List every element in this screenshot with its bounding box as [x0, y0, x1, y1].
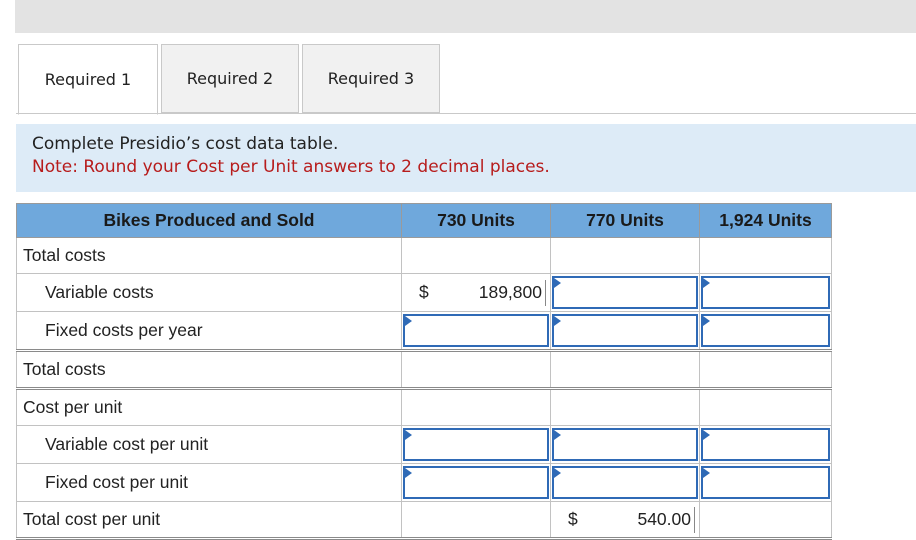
- rounding-note: Note: Round your Cost per Unit answers t…: [32, 157, 550, 177]
- variable-cost-per-unit-1924-input[interactable]: [701, 428, 830, 461]
- total-cost-per-unit-1924: [699, 501, 832, 540]
- table-row: Fixed cost per unit: [16, 463, 832, 502]
- fixed-cost-per-unit-1924-input[interactable]: [701, 466, 830, 499]
- fixed-costs-770-input[interactable]: [552, 314, 698, 347]
- variable-cost-per-unit-730-input[interactable]: [403, 428, 549, 461]
- table-row: Total cost per unit $540.00: [16, 501, 832, 540]
- total-cost-per-unit-770-value: 540.00: [637, 506, 695, 533]
- fixed-cost-per-unit-770-input[interactable]: [552, 466, 698, 499]
- variable-cost-per-unit-770-input[interactable]: [552, 428, 698, 461]
- total-costs-730: [401, 350, 551, 390]
- fixed-cost-per-unit-730-input[interactable]: [403, 466, 549, 499]
- header-bikes-produced: Bikes Produced and Sold: [16, 203, 402, 238]
- instruction-text: Complete Presidio’s cost data table.: [32, 134, 339, 154]
- header-730-units: 730 Units: [401, 203, 551, 238]
- total-cost-per-unit-730: [401, 501, 551, 540]
- total-cost-per-unit-770: $540.00: [550, 501, 700, 540]
- header-1924-units: 1,924 Units: [699, 203, 832, 238]
- row-label-total-costs: Total costs: [16, 350, 402, 390]
- total-costs-770: [550, 350, 700, 390]
- table-row: Variable cost per unit: [16, 425, 832, 464]
- variable-costs-730: $189,800: [401, 273, 551, 312]
- tab-divider: [16, 113, 916, 114]
- cost-data-table: Bikes Produced and Sold 730 Units 770 Un…: [16, 203, 832, 540]
- table-row: Total costs: [16, 237, 832, 274]
- total-costs-1924: [699, 350, 832, 390]
- tab-required-1[interactable]: Required 1: [18, 44, 158, 115]
- header-row: Bikes Produced and Sold 730 Units 770 Un…: [16, 203, 832, 238]
- top-bar: [15, 0, 916, 33]
- fixed-costs-730-input[interactable]: [403, 314, 549, 347]
- tab-required-3[interactable]: Required 3: [302, 44, 440, 113]
- row-label-total-cost-per-unit: Total cost per unit: [16, 501, 402, 540]
- instructions-panel: Complete Presidio’s cost data table. Not…: [16, 124, 916, 192]
- table-row: Fixed costs per year: [16, 311, 832, 352]
- row-label-variable-cost-per-unit: Variable cost per unit: [16, 425, 402, 464]
- currency-symbol: $: [419, 282, 429, 302]
- currency-symbol: $: [568, 509, 578, 529]
- fixed-costs-1924-input[interactable]: [701, 314, 830, 347]
- row-label-fixed-costs: Fixed costs per year: [16, 311, 402, 352]
- tab-required-2[interactable]: Required 2: [161, 44, 299, 113]
- table-row: Variable costs $189,800: [16, 273, 832, 312]
- table-row: Total costs: [16, 350, 832, 390]
- variable-costs-730-value: 189,800: [479, 279, 546, 306]
- row-label-fixed-cost-per-unit: Fixed cost per unit: [16, 463, 402, 502]
- row-label-variable-costs: Variable costs: [16, 273, 402, 312]
- variable-costs-1924-input[interactable]: [701, 276, 830, 309]
- table-row: Cost per unit: [16, 388, 832, 426]
- row-label-cost-per-unit-header: Cost per unit: [16, 388, 402, 426]
- row-label-total-costs-header: Total costs: [16, 237, 402, 274]
- variable-costs-770-input[interactable]: [552, 276, 698, 309]
- header-770-units: 770 Units: [550, 203, 700, 238]
